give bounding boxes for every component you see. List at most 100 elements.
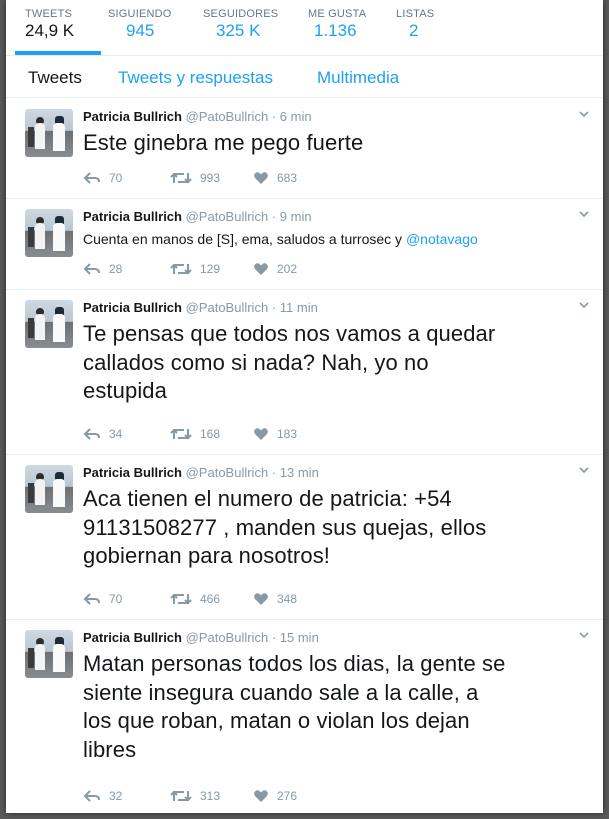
tweet-item[interactable]: Patricia Bullrich @PatoBullrich · 11 min… [6,290,603,455]
like-button[interactable]: 276 [253,789,297,803]
profile-timeline-frame: TWEETS 24,9 K SIGUIENDO 945 SEGUIDORES 3… [6,0,603,813]
stat-lists[interactable]: LISTAS 2 [396,8,434,41]
chevron-down-icon[interactable] [579,300,589,310]
tweet-item[interactable]: Patricia Bullrich @PatoBullrich · 13 min… [6,455,603,620]
retweet-count: 466 [200,592,221,606]
tweet-text: Te pensas que todos nos vamos a quedar c… [83,320,593,406]
reply-button[interactable]: 70 [83,592,122,606]
avatar[interactable] [25,109,73,157]
like-icon [254,172,268,184]
retweet-button[interactable]: 466 [170,592,220,606]
retweet-icon [170,428,192,440]
tweet-item[interactable]: Patricia Bullrich @PatoBullrich · 6 min … [6,99,603,199]
tweet-timestamp[interactable]: 11 min [280,300,318,315]
chevron-down-icon[interactable] [579,109,589,119]
tweet-text: Matan personas todos los dias, la gente … [83,650,593,764]
tweet-text: Cuenta en manos de [S], ema, saludos a t… [83,230,593,248]
tweet-header: Patricia Bullrich @PatoBullrich · 15 min [83,630,319,645]
like-button[interactable]: 683 [253,171,297,185]
header-separator: · [271,630,277,645]
tweet-text-line: siente insegura cuando sale a la calle, … [83,679,479,705]
reply-button[interactable]: 34 [83,427,122,441]
tab-tweets-and-replies[interactable]: Tweets y respuestas [118,68,273,88]
chevron-down-icon[interactable] [579,630,589,640]
retweet-icon [170,790,192,802]
retweet-button[interactable]: 129 [170,262,220,276]
retweet-count: 168 [200,427,221,441]
like-count: 683 [277,171,298,185]
stat-label: SIGUIENDO [108,8,172,20]
tweet-header: Patricia Bullrich @PatoBullrich · 11 min [83,300,318,315]
tweet-text-body: Cuenta en manos de [S], ema, saludos a t… [83,231,406,247]
author-handle[interactable]: @PatoBullrich [186,300,269,315]
reply-button[interactable]: 28 [83,262,122,276]
stat-likes[interactable]: ME GUSTA 1.136 [308,8,366,41]
author-handle[interactable]: @PatoBullrich [186,209,269,224]
retweet-count: 313 [200,789,221,803]
tweet-header: Patricia Bullrich @PatoBullrich · 13 min [83,465,319,480]
mention-link[interactable]: @notavago [406,231,478,247]
retweet-icon [170,593,192,605]
chevron-down-icon[interactable] [579,209,589,219]
reply-icon [83,593,100,605]
author-handle[interactable]: @PatoBullrich [186,630,269,645]
reply-count: 70 [109,592,123,606]
chevron-down-icon[interactable] [579,465,589,475]
stat-tweets[interactable]: TWEETS 24,9 K [25,8,74,41]
tweet-timestamp[interactable]: 6 min [280,109,312,124]
header-separator: · [271,300,277,315]
reply-count: 34 [109,427,123,441]
avatar[interactable] [25,630,73,678]
avatar[interactable] [25,209,73,257]
tweet-header: Patricia Bullrich @PatoBullrich · 6 min [83,109,312,124]
header-separator: · [271,209,277,224]
tweet-timestamp[interactable]: 15 min [280,630,319,645]
tweet-text-line: Aca tienen el numero de patricia: +54 [83,486,452,511]
retweet-count: 129 [200,262,221,276]
retweet-button[interactable]: 168 [170,427,220,441]
author-handle[interactable]: @PatoBullrich [186,465,269,480]
author-name[interactable]: Patricia Bullrich [83,300,182,315]
reply-icon [83,790,100,802]
retweet-button[interactable]: 993 [170,171,220,185]
like-button[interactable]: 202 [253,262,297,276]
author-name[interactable]: Patricia Bullrich [83,209,182,224]
timeline-tabs: Tweets Tweets y respuestas Multimedia [6,56,603,98]
author-name[interactable]: Patricia Bullrich [83,465,182,480]
stat-value: 2 [409,21,419,40]
tweet-item[interactable]: Patricia Bullrich @PatoBullrich · 9 min … [6,199,603,290]
reply-button[interactable]: 70 [83,171,122,185]
stat-label: LISTAS [396,8,435,20]
tweet-timestamp[interactable]: 9 min [280,209,312,224]
tweet-text-line: Matan personas todos los dias, la gente … [83,651,506,676]
stat-label: SEGUIDORES [203,8,279,20]
tab-tweets[interactable]: Tweets [28,68,82,88]
avatar[interactable] [25,300,73,348]
reply-count: 32 [109,789,123,803]
avatar[interactable] [25,465,73,513]
like-icon [254,263,268,275]
header-separator: · [271,109,277,124]
author-name[interactable]: Patricia Bullrich [83,630,182,645]
header-separator: · [271,465,277,480]
stat-following[interactable]: SIGUIENDO 945 [108,8,172,41]
tweet-text-line: 91131508277 , manden sus quejas, ellos [83,514,487,540]
like-button[interactable]: 183 [253,427,297,441]
tweet-item[interactable]: Patricia Bullrich @PatoBullrich · 15 min… [6,620,603,813]
reply-icon [83,263,100,275]
tweet-timestamp[interactable]: 13 min [280,465,319,480]
like-icon [254,428,268,440]
active-stat-indicator [15,51,101,55]
retweet-button[interactable]: 313 [170,789,220,803]
tweet-text-line: los que roban, matan o violan los dejan [83,708,470,734]
author-name[interactable]: Patricia Bullrich [83,109,182,124]
tab-media[interactable]: Multimedia [317,68,399,88]
reply-button[interactable]: 32 [83,789,122,803]
tweet-text-line: gobiernan para nosotros! [83,543,331,569]
reply-icon [83,428,100,440]
like-button[interactable]: 348 [253,592,297,606]
author-handle[interactable]: @PatoBullrich [186,109,269,124]
retweet-count: 993 [200,171,221,185]
stat-followers[interactable]: SEGUIDORES 325 K [203,8,278,41]
reply-count: 28 [109,262,123,276]
